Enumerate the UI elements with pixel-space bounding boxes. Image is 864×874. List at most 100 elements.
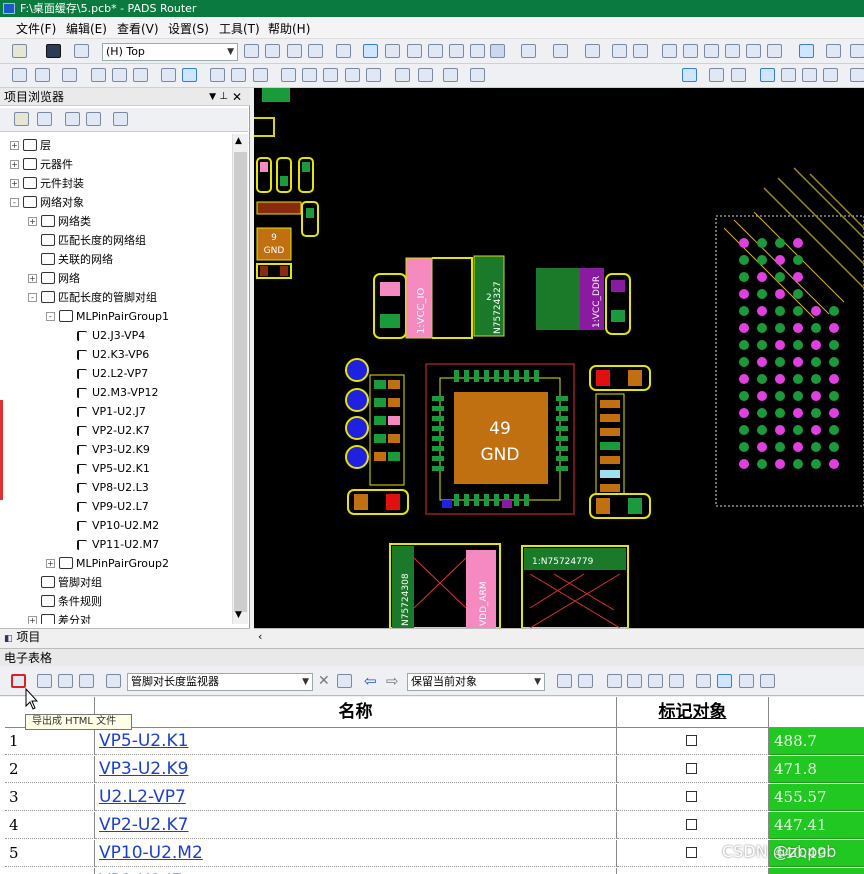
paste-icon[interactable] (86, 112, 101, 126)
tree-item[interactable]: VP9-U2.L7 (77, 499, 149, 514)
sigma-icon[interactable] (133, 68, 148, 82)
paste-sheet-icon[interactable] (79, 674, 94, 688)
clear-icon[interactable]: ✕ (318, 673, 330, 689)
refresh-icon[interactable] (308, 44, 323, 58)
tree-item[interactable]: MLPinPairGroup2 (59, 556, 169, 571)
align-right-icon[interactable] (648, 674, 663, 688)
tree-item[interactable]: VP5-U2.K1 (77, 461, 150, 476)
menu-help[interactable]: 帮助(H) (268, 20, 310, 37)
copy-sheet-icon[interactable] (58, 674, 73, 688)
traces-icon[interactable] (161, 68, 176, 82)
tree-expander[interactable]: - (10, 198, 19, 207)
pcb-hscroll[interactable]: ‹ (254, 628, 864, 646)
tree-scrollbar[interactable]: ▲ ▼ (232, 134, 248, 624)
pour-icon[interactable] (470, 68, 485, 82)
pin-pair-link[interactable]: VP3-U2.K9 (95, 756, 617, 783)
forward-icon[interactable]: ⇨ (386, 672, 399, 690)
find-icon[interactable] (760, 674, 775, 688)
mark-checkbox[interactable] (686, 763, 697, 774)
undo-icon[interactable] (521, 44, 536, 58)
pin-pair-link[interactable]: U2.L2-VP7 (95, 784, 617, 811)
query-icon[interactable] (366, 68, 381, 82)
table-row[interactable]: 2 VP3-U2.K9 471.8 (0, 756, 864, 783)
menu-view[interactable]: 查看(V) (117, 20, 159, 37)
table-row[interactable]: 3 U2.L2-VP7 455.57 (0, 784, 864, 811)
view-icon[interactable] (662, 44, 677, 58)
pointer-icon[interactable] (490, 44, 505, 58)
list-icon[interactable] (265, 44, 280, 58)
pin-pair-link[interactable]: VP1-U2.J7 (95, 868, 617, 874)
new-icon[interactable] (14, 112, 29, 126)
move-icon[interactable] (395, 68, 410, 82)
length-icon[interactable] (709, 68, 724, 82)
tree-expander[interactable]: + (10, 179, 19, 188)
report-icon[interactable] (739, 674, 754, 688)
mark-checkbox[interactable] (686, 791, 697, 802)
no-route-icon[interactable] (323, 68, 338, 82)
tree-item[interactable]: U2.J3-VP4 (77, 328, 145, 343)
delete-icon[interactable] (37, 112, 52, 126)
menu-setup[interactable]: 设置(S) (168, 20, 209, 37)
close-icon[interactable]: ✕ (232, 88, 242, 106)
tree-expander[interactable]: - (28, 293, 37, 302)
tree-expander[interactable]: - (46, 312, 55, 321)
tree-item[interactable]: MLPinPairGroup1 (59, 309, 169, 324)
center-icon[interactable] (704, 44, 719, 58)
pin-pair-link[interactable]: VP2-U2.K7 (95, 812, 617, 839)
properties-icon[interactable] (244, 44, 259, 58)
remove-icon[interactable] (578, 674, 593, 688)
column-icon[interactable] (669, 674, 684, 688)
pcb-drawing[interactable]: 9 GND 1:VCC_IO 2 N75724327 1:VCC_DDR 49 … (254, 88, 864, 628)
copy-icon[interactable] (65, 112, 80, 126)
comment-icon[interactable] (746, 44, 761, 58)
pan-icon[interactable] (683, 44, 698, 58)
scroll-thumb[interactable] (234, 152, 247, 612)
tree-item[interactable]: U2.M3-VP12 (77, 385, 159, 400)
tree-item[interactable]: VP10-U2.M2 (77, 518, 159, 533)
tree-item[interactable]: VP11-U2.M7 (77, 537, 159, 552)
apply-icon[interactable] (337, 674, 352, 688)
menu-edit[interactable]: 编辑(E) (66, 20, 107, 37)
zoom-area-icon[interactable] (633, 44, 648, 58)
verify-icon[interactable] (449, 44, 464, 58)
print-icon[interactable] (74, 44, 89, 58)
column-header-name[interactable]: 名称 (95, 697, 617, 728)
clearance-icon[interactable] (682, 68, 697, 82)
scroll-up-icon[interactable]: ▲ (235, 136, 242, 146)
align-center-icon[interactable] (627, 674, 642, 688)
layout-icon[interactable] (767, 44, 782, 58)
route-segment-icon[interactable] (210, 68, 225, 82)
tree-expander[interactable]: + (28, 616, 37, 624)
mark-checkbox[interactable] (686, 847, 697, 858)
export-html-icon[interactable] (11, 674, 26, 688)
filter-icon[interactable] (717, 674, 732, 688)
project-tab[interactable]: ◧ 项目 (0, 628, 250, 646)
sheet-properties-icon[interactable] (106, 674, 121, 688)
layer-stack-icon[interactable] (281, 68, 296, 82)
interactive-route-icon[interactable] (182, 68, 197, 82)
table-row[interactable]: 6VP1-U2.J7 433.36 (0, 868, 864, 874)
tree-item[interactable]: U2.L2-VP7 (77, 366, 148, 381)
save-icon[interactable] (46, 44, 61, 58)
arrow-left-icon[interactable] (112, 68, 127, 82)
component-icon[interactable] (407, 44, 422, 58)
text-icon[interactable] (345, 68, 360, 82)
monitor-select[interactable]: 管脚对长度监视器 ▼ (127, 673, 313, 691)
tree-expander[interactable]: + (28, 217, 37, 226)
chip-icon[interactable] (823, 68, 838, 82)
pcb-canvas[interactable]: 9 GND 1:VCC_IO 2 N75724327 1:VCC_DDR 49 … (254, 88, 864, 628)
pin-dropdown-icon[interactable]: ▼ (209, 88, 216, 106)
tree-item[interactable]: 差分对 (41, 613, 91, 624)
back-icon[interactable]: ⇦ (364, 672, 377, 690)
tree-item[interactable]: 网络对象 (23, 195, 84, 210)
print-sheet-icon[interactable] (37, 674, 52, 688)
window-icon[interactable] (725, 44, 740, 58)
tree-item[interactable]: 条件规则 (41, 594, 102, 609)
tree-expander[interactable]: + (46, 559, 55, 568)
tree-item[interactable]: 管脚对组 (41, 575, 102, 590)
column-header-value[interactable] (769, 697, 864, 728)
tree-item[interactable]: 元件封装 (23, 176, 84, 191)
edit-icon[interactable] (287, 44, 302, 58)
pin-icon[interactable] (12, 68, 27, 82)
tree-expander[interactable]: + (28, 274, 37, 283)
